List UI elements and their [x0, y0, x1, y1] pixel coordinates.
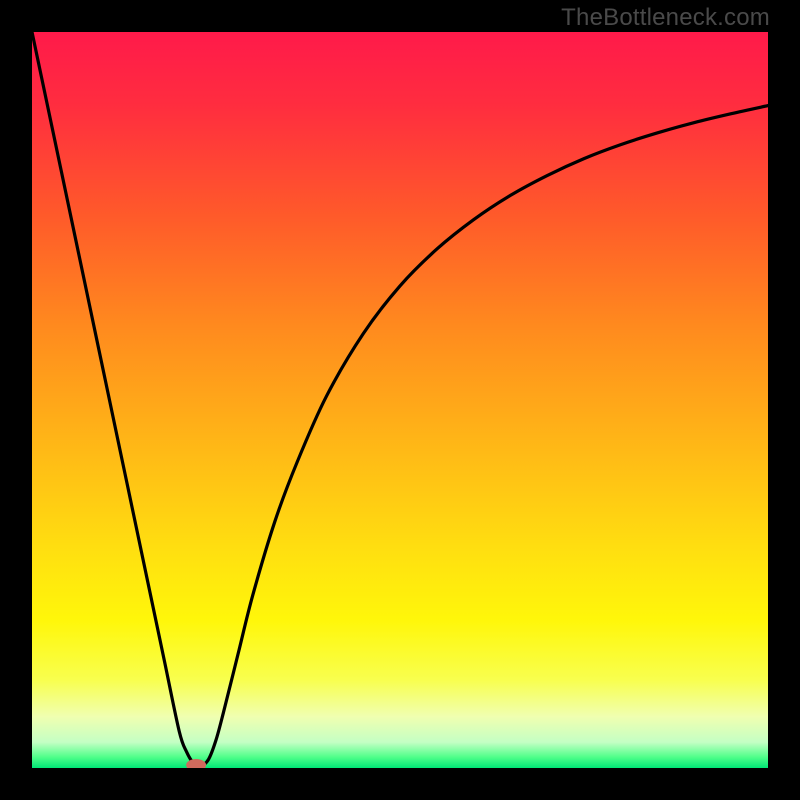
gradient-background	[32, 32, 768, 768]
watermark-text: TheBottleneck.com	[561, 4, 770, 32]
chart-svg	[32, 32, 768, 768]
chart-frame: TheBottleneck.com	[0, 0, 800, 800]
plot-area	[32, 32, 768, 768]
